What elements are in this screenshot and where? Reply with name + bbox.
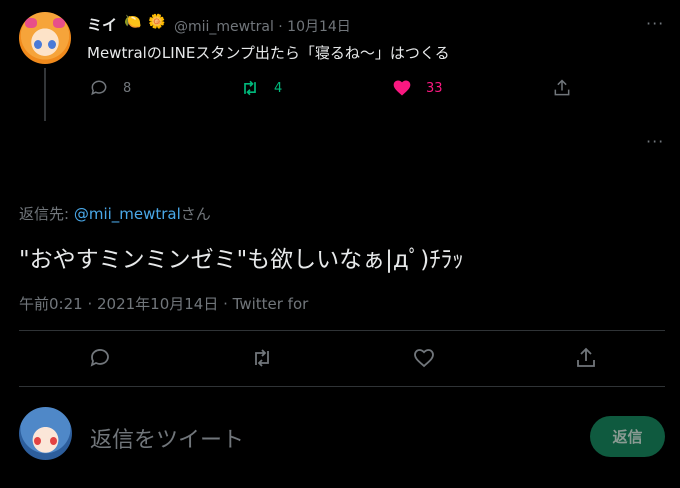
thread-line bbox=[44, 68, 46, 121]
parent-author-avatar[interactable] bbox=[19, 12, 71, 64]
reply-submit-button[interactable]: 返信 bbox=[590, 416, 665, 457]
lemon-emoji-icon: 🍋 bbox=[124, 14, 142, 30]
parent-reply-button[interactable]: 8 bbox=[89, 78, 131, 98]
divider bbox=[19, 386, 665, 387]
heart-icon bbox=[414, 349, 434, 368]
retweet-icon bbox=[244, 80, 256, 96]
tweet-timestamp-source[interactable]: 午前0:21 · 2021年10月14日 · Twitter for bbox=[19, 293, 308, 314]
parent-share-button[interactable] bbox=[552, 78, 572, 98]
replying-to: 返信先: @mii_mewtralさん bbox=[19, 203, 211, 224]
parent-retweet-button[interactable]: 4 bbox=[240, 78, 282, 98]
reply-to-label: 返信先: bbox=[19, 205, 74, 223]
reply-icon bbox=[91, 80, 107, 96]
reply-to-mention[interactable]: @mii_mewtral bbox=[74, 205, 181, 223]
main-retweet-button[interactable] bbox=[250, 346, 274, 370]
parent-more-icon[interactable]: ··· bbox=[646, 14, 664, 33]
main-more-icon[interactable]: ··· bbox=[646, 132, 664, 151]
parent-retweet-count: 4 bbox=[274, 80, 283, 96]
retweet-icon bbox=[255, 349, 269, 367]
parent-reply-count: 8 bbox=[123, 80, 132, 96]
parent-author-name[interactable]: ミイ bbox=[87, 14, 117, 35]
heart-filled-icon bbox=[393, 80, 411, 96]
reply-input[interactable]: 返信をツイート bbox=[90, 422, 244, 454]
parent-like-button[interactable]: 33 bbox=[392, 78, 443, 98]
parent-tweet-text: MewtralのLINEスタンプ出たら「寝るね〜」はつくる bbox=[87, 44, 450, 62]
main-like-button[interactable] bbox=[412, 346, 436, 370]
divider bbox=[19, 330, 665, 331]
parent-like-count: 33 bbox=[426, 80, 443, 96]
main-tweet-text: "おやすミンミンゼミ"も欲しいなぁ|дﾟ)ﾁﾗｯ bbox=[19, 247, 464, 273]
share-icon bbox=[554, 79, 570, 96]
share-icon bbox=[577, 347, 595, 367]
reply-icon bbox=[90, 349, 109, 367]
main-share-button[interactable] bbox=[574, 346, 598, 370]
reply-to-suffix: さん bbox=[180, 205, 211, 223]
main-reply-button[interactable] bbox=[88, 346, 112, 370]
flower-emoji-icon: 🌼 bbox=[148, 14, 166, 30]
current-user-avatar[interactable] bbox=[19, 407, 72, 460]
parent-handle-time[interactable]: @mii_mewtral · 10月14日 bbox=[174, 16, 351, 36]
